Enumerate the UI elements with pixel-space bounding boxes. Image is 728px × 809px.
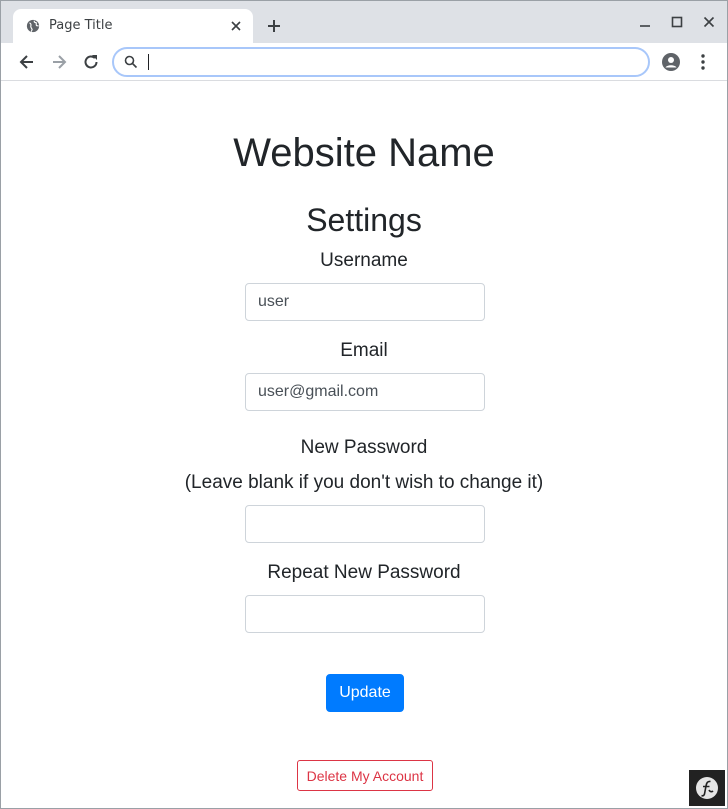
delete-account-button[interactable]: Delete My Account	[297, 760, 433, 791]
close-icon[interactable]	[229, 19, 243, 33]
forward-icon[interactable]	[49, 52, 69, 72]
username-input[interactable]	[245, 283, 485, 321]
profile-icon[interactable]	[661, 52, 681, 72]
reload-icon[interactable]	[81, 52, 101, 72]
new-password-label: New Password	[300, 437, 428, 458]
back-icon[interactable]	[17, 52, 37, 72]
search-icon	[124, 55, 138, 69]
repeat-password-input[interactable]	[245, 595, 485, 633]
text-caret	[148, 54, 149, 70]
address-input[interactable]	[148, 52, 638, 72]
site-name: Website Name	[233, 131, 495, 175]
symfony-logo-icon	[696, 777, 718, 799]
page-title: Settings	[306, 202, 422, 238]
email-label: Email	[340, 340, 388, 361]
more-menu-icon[interactable]	[695, 52, 711, 72]
globe-icon	[26, 19, 40, 33]
new-password-hint: (Leave blank if you don't wish to change…	[184, 472, 544, 493]
browser-tab[interactable]: Page Title	[13, 9, 253, 43]
browser-window: Page Title Website Name Settings Usernam…	[0, 0, 728, 809]
symfony-toolbar-toggle[interactable]	[689, 770, 725, 806]
username-label: Username	[320, 250, 408, 271]
plus-icon[interactable]	[265, 17, 283, 35]
tab-strip: Page Title	[1, 1, 727, 43]
minimize-icon[interactable]	[638, 15, 652, 29]
page-content: Website Name Settings Username Email New…	[1, 82, 727, 808]
tab-title: Page Title	[49, 18, 113, 33]
repeat-password-label: Repeat New Password	[267, 562, 461, 583]
address-bar[interactable]	[112, 47, 650, 77]
email-input[interactable]	[245, 373, 485, 411]
update-button[interactable]: Update	[326, 674, 404, 712]
maximize-icon[interactable]	[670, 15, 684, 29]
browser-toolbar	[1, 43, 727, 81]
new-password-input[interactable]	[245, 505, 485, 543]
window-close-icon[interactable]	[702, 15, 716, 29]
